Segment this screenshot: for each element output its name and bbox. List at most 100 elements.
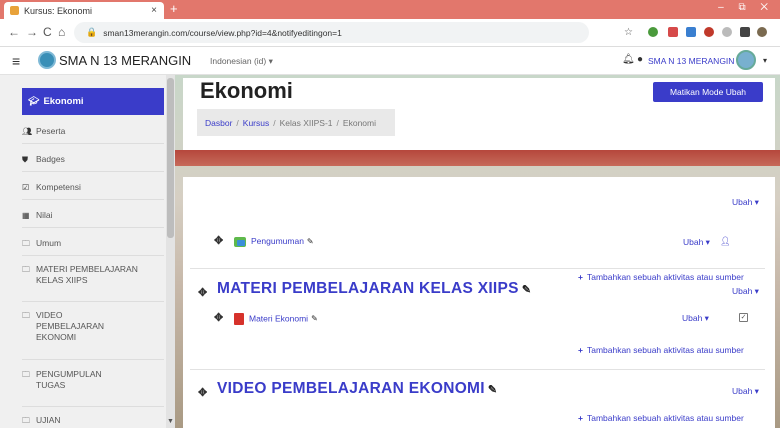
extension-icon[interactable]	[668, 27, 678, 37]
sidebar-item-badges[interactable]: ⛊ Badges	[22, 154, 165, 165]
bookmark-star-icon[interactable]: ☆	[624, 27, 633, 38]
section-divider	[190, 268, 765, 269]
activity-pengumuman[interactable]: Pengumuman ✎	[234, 236, 314, 247]
sidebar-item-ekonomi[interactable]: 🎓︎ Ekonomi	[22, 88, 164, 115]
activity-edit-menu[interactable]: Ubah ▾	[683, 237, 710, 248]
user-roles-icon[interactable]: 👤︎	[720, 236, 731, 247]
breadcrumb-dasbor[interactable]: Dasbor	[205, 118, 232, 128]
address-bar-row: ← → C ⌂ 🔒 sman13merangin.com/course/view…	[0, 19, 780, 47]
pencil-icon[interactable]: ✎	[522, 284, 532, 296]
move-icon[interactable]: ✥	[198, 286, 207, 299]
folder-icon: 🗀︎	[22, 311, 30, 320]
sidebar-divider	[22, 171, 164, 172]
activity-label: Pengumuman	[251, 236, 304, 246]
sidebar-item-kompetensi[interactable]: ☑ Kompetensi	[22, 182, 165, 193]
section-edit-menu[interactable]: Ubah ▾	[732, 197, 759, 208]
menu-icon[interactable]: ≡	[12, 53, 20, 69]
sidebar-item-pengumpulan[interactable]: 🗀︎ PENGUMPULAN TUGAS	[22, 369, 165, 391]
sidebar-divider	[22, 143, 164, 144]
section-edit-menu[interactable]: Ubah ▾	[732, 386, 759, 397]
sidebar-item-peserta[interactable]: 👥︎ Peserta	[22, 126, 165, 137]
site-navbar: ≡ SMA N 13 MERANGIN Indonesian (id) ▾ 🔔︎…	[0, 47, 780, 75]
extension-icon[interactable]	[648, 27, 658, 37]
messages-icon[interactable]: ●	[637, 54, 643, 65]
url-field[interactable]: 🔒 sman13merangin.com/course/view.php?id=…	[74, 22, 589, 43]
folder-icon: 🗀︎	[22, 265, 30, 274]
add-activity-label: Tambahkan sebuah aktivitas atau sumber	[586, 413, 744, 423]
extensions-puzzle-icon[interactable]	[740, 27, 750, 37]
sidebar-scrollbar-thumb[interactable]	[167, 78, 174, 238]
profile-icon[interactable]	[757, 27, 767, 37]
browser-tab-bar: Kursus: Ekonomi × + – ⧉ ✕	[0, 0, 780, 19]
tab-title: Kursus: Ekonomi	[24, 5, 93, 16]
site-name[interactable]: SMA N 13 MERANGIN	[59, 53, 191, 68]
sidebar-divider	[22, 359, 164, 360]
home-icon[interactable]: ⌂	[58, 25, 65, 39]
sidebar-divider	[22, 406, 164, 407]
add-activity-link[interactable]: + Tambahkan sebuah aktivitas atau sumber	[578, 345, 744, 355]
completion-checkbox[interactable]: ✓	[739, 313, 748, 322]
extension-icon[interactable]	[704, 27, 714, 37]
sidebar-item-label: Peserta	[36, 126, 66, 136]
forum-icon	[234, 236, 246, 247]
sidebar-item-label: Kompetensi	[36, 182, 81, 192]
sidebar-item-label: Ekonomi	[43, 96, 84, 107]
window-controls[interactable]: – ⧉ ✕	[718, 2, 774, 13]
user-name[interactable]: SMA N 13 MERANGIN	[648, 56, 734, 66]
add-activity-label: Tambahkan sebuah aktivitas atau sumber	[586, 345, 744, 355]
sidebar-item-label: MATERI PEMBELAJARAN KELAS XIIPS	[36, 264, 138, 285]
sidebar-item-label: Umum	[36, 238, 62, 248]
plus-icon: +	[578, 345, 583, 355]
background-roof	[160, 150, 780, 166]
breadcrumb-current: Ekonomi	[342, 117, 376, 128]
activity-materi-ekonomi[interactable]: Materi Ekonomi ✎	[234, 313, 318, 325]
sidebar-item-label: Nilai	[36, 210, 53, 220]
users-icon: 👥︎	[22, 127, 33, 136]
activity-edit-menu[interactable]: Ubah ▾	[682, 313, 709, 324]
move-icon[interactable]: ✥	[198, 386, 207, 399]
avatar[interactable]	[736, 50, 756, 70]
url-text: sman13merangin.com/course/view.php?id=4&…	[103, 27, 342, 38]
language-menu[interactable]: Indonesian (id) ▾	[210, 56, 273, 67]
site-logo[interactable]	[38, 51, 56, 69]
sidebar-item-ujian[interactable]: 🗀︎ UJIAN	[22, 415, 165, 426]
breadcrumb-kelas[interactable]: Kelas XIIPS-1	[280, 118, 333, 128]
section-title[interactable]: MATERI PEMBELAJARAN KELAS XIIPS ✎	[217, 280, 531, 298]
lock-icon: 🔒	[86, 27, 98, 37]
sidebar-item-video[interactable]: 🗀︎ VIDEO PEMBELAJARAN EKONOMI	[22, 310, 165, 343]
pencil-icon[interactable]: ✎	[307, 237, 314, 246]
sidebar-item-materi[interactable]: 🗀︎ MATERI PEMBELAJARAN KELAS XIIPS	[22, 264, 165, 286]
browser-tab[interactable]: Kursus: Ekonomi ×	[4, 2, 164, 19]
sidebar-item-label: PENGUMPULAN TUGAS	[36, 369, 102, 390]
section-edit-menu[interactable]: Ubah ▾	[732, 286, 759, 297]
move-icon[interactable]: ✥	[214, 311, 223, 324]
pencil-icon[interactable]: ✎	[311, 314, 318, 323]
sidebar-item-label: UJIAN	[36, 415, 61, 425]
sidebar-item-umum[interactable]: 🗀︎ Umum	[22, 238, 165, 249]
favicon-icon	[10, 6, 19, 15]
move-icon[interactable]: ✥	[214, 234, 223, 247]
turn-editing-off-button[interactable]: Matikan Mode Ubah	[653, 82, 763, 102]
reload-icon[interactable]: C	[43, 25, 52, 39]
add-activity-link[interactable]: + Tambahkan sebuah aktivitas atau sumber	[578, 413, 744, 423]
add-activity-link[interactable]: + Tambahkan sebuah aktivitas atau sumber	[578, 272, 744, 282]
user-menu-caret-icon[interactable]: ▾	[763, 56, 767, 65]
page-title: Ekonomi	[200, 78, 293, 103]
extension-icon[interactable]	[686, 27, 696, 37]
pencil-icon[interactable]: ✎	[488, 384, 498, 396]
section-title[interactable]: VIDEO PEMBELAJARAN EKONOMI ✎	[217, 380, 497, 398]
checkbox-icon: ☑	[22, 183, 30, 192]
new-tab-icon[interactable]: +	[170, 2, 178, 16]
back-icon[interactable]: ←	[8, 25, 20, 39]
forward-icon[interactable]: →	[26, 25, 38, 39]
notification-bell-icon[interactable]: 🔔︎	[622, 54, 635, 65]
scroll-down-icon[interactable]: ▼	[167, 418, 174, 425]
breadcrumb-kursus[interactable]: Kursus	[243, 118, 269, 128]
pdf-icon	[234, 313, 244, 325]
sidebar-divider	[22, 199, 164, 200]
sidebar-item-nilai[interactable]: ▦ Nilai	[22, 210, 165, 221]
breadcrumb: Dasbor / Kursus / Kelas XIIPS-1 / Ekonom…	[197, 109, 395, 136]
tab-close-icon[interactable]: ×	[151, 5, 157, 16]
extension-icon[interactable]	[722, 27, 732, 37]
section-title-text: VIDEO PEMBELAJARAN EKONOMI	[217, 380, 485, 397]
